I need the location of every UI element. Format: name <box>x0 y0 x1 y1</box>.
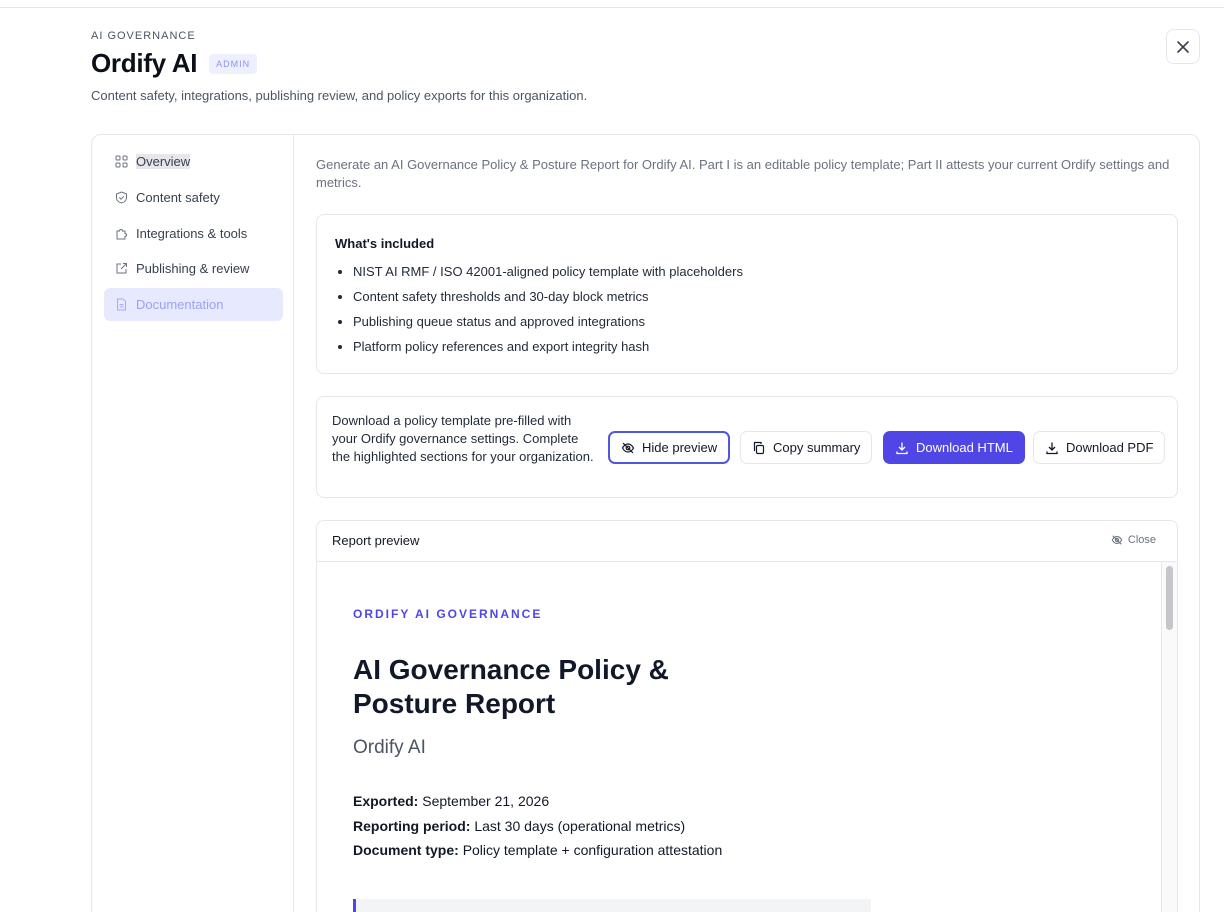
shield-icon <box>115 191 128 204</box>
meta-value: Policy template + configuration attestat… <box>462 842 723 858</box>
whats-included-box: What's included NIST AI RMF / ISO 42001-… <box>316 214 1178 374</box>
scrollbar-thumb[interactable] <box>1166 566 1173 630</box>
whats-included-heading: What's included <box>335 236 435 251</box>
close-icon <box>1177 40 1189 53</box>
download-box: Download a policy template pre-filled wi… <box>316 396 1178 498</box>
document-icon <box>115 298 128 311</box>
download-description: Download a policy template pre-filled wi… <box>332 413 594 464</box>
preview-scrollbar[interactable] <box>1161 562 1177 912</box>
grid-icon <box>115 155 128 168</box>
list-item: NIST AI RMF / ISO 42001-aligned policy t… <box>353 263 743 288</box>
hide-preview-button[interactable]: Hide preview <box>608 431 731 464</box>
page-subtitle: Content safety, integrations, publishing… <box>91 88 588 103</box>
meta-label: Reporting period: <box>353 818 471 834</box>
main-panel: Generate an AI Governance Policy & Postu… <box>294 135 1199 912</box>
sidebar-item-content-safety[interactable]: Content safety <box>104 181 283 214</box>
meta-reporting-period: Reporting period: Last 30 days (operatio… <box>353 818 685 834</box>
preview-close-button[interactable]: Close <box>1111 534 1156 546</box>
copy-icon <box>753 441 765 454</box>
title-row: Ordify AI ADMIN <box>91 48 258 79</box>
sidebar: Overview Content safety Integrations & t… <box>92 135 294 912</box>
download-html-button[interactable]: Download HTML <box>883 431 1025 464</box>
list-item: Platform policy references and export in… <box>353 338 743 363</box>
page-title: Ordify AI <box>91 48 198 78</box>
intro-text: Generate an AI Governance Policy & Postu… <box>316 157 1170 190</box>
settings-card: Overview Content safety Integrations & t… <box>91 134 1200 912</box>
meta-label: Exported: <box>353 793 419 809</box>
report-preview: Report preview Close ORDIFY AI GOVERNANC… <box>316 520 1178 912</box>
meta-label: Document type: <box>353 842 459 858</box>
meta-document-type: Document type: Policy template + configu… <box>353 842 722 858</box>
download-pdf-label: Download PDF <box>1066 440 1154 455</box>
sidebar-item-integrations[interactable]: Integrations & tools <box>104 217 283 250</box>
sidebar-item-label: Publishing & review <box>136 261 250 276</box>
download-icon <box>896 442 908 454</box>
meta-value: Last 30 days (operational metrics) <box>474 818 686 834</box>
report-eyebrow: ORDIFY AI GOVERNANCE <box>353 607 543 621</box>
eye-off-icon <box>621 442 635 453</box>
preview-close-label: Close <box>1127 534 1156 546</box>
meta-value: September 21, 2026 <box>422 793 550 809</box>
admin-badge: ADMIN <box>209 53 258 74</box>
preview-header: Report preview Close <box>317 521 1177 562</box>
copy-summary-button[interactable]: Copy summary <box>740 431 873 464</box>
preview-title: Report preview <box>332 533 420 548</box>
sidebar-item-overview[interactable]: Overview <box>104 145 283 178</box>
page-eyebrow: AI GOVERNANCE <box>91 30 196 42</box>
sidebar-item-label: Content safety <box>136 190 220 205</box>
highlighted-section <box>353 899 871 912</box>
close-button[interactable] <box>1166 29 1200 64</box>
meta-exported: Exported: September 21, 2026 <box>353 793 549 809</box>
download-icon <box>1046 442 1058 454</box>
sidebar-item-label: Integrations & tools <box>136 226 248 241</box>
report-title: AI Governance Policy & Posture Report <box>353 654 669 719</box>
report-document: ORDIFY AI GOVERNANCE AI Governance Polic… <box>317 562 1162 912</box>
download-html-label: Download HTML <box>916 440 1013 455</box>
report-org-name: Ordify AI <box>353 737 426 758</box>
external-link-icon <box>115 262 128 275</box>
sidebar-item-documentation[interactable]: Documentation <box>104 288 283 321</box>
top-divider <box>0 0 1224 8</box>
sidebar-item-label: Documentation <box>136 297 224 312</box>
eye-off-icon <box>1111 535 1123 545</box>
list-item: Content safety thresholds and 30-day blo… <box>353 288 743 313</box>
puzzle-icon <box>115 227 128 240</box>
download-pdf-button[interactable]: Download PDF <box>1033 431 1166 464</box>
included-list: NIST AI RMF / ISO 42001-aligned policy t… <box>353 263 743 363</box>
copy-summary-label: Copy summary <box>773 440 861 455</box>
hide-preview-label: Hide preview <box>642 440 718 455</box>
sidebar-item-label: Overview <box>136 154 191 169</box>
sidebar-item-publishing[interactable]: Publishing & review <box>104 252 283 285</box>
list-item: Publishing queue status and approved int… <box>353 313 743 338</box>
